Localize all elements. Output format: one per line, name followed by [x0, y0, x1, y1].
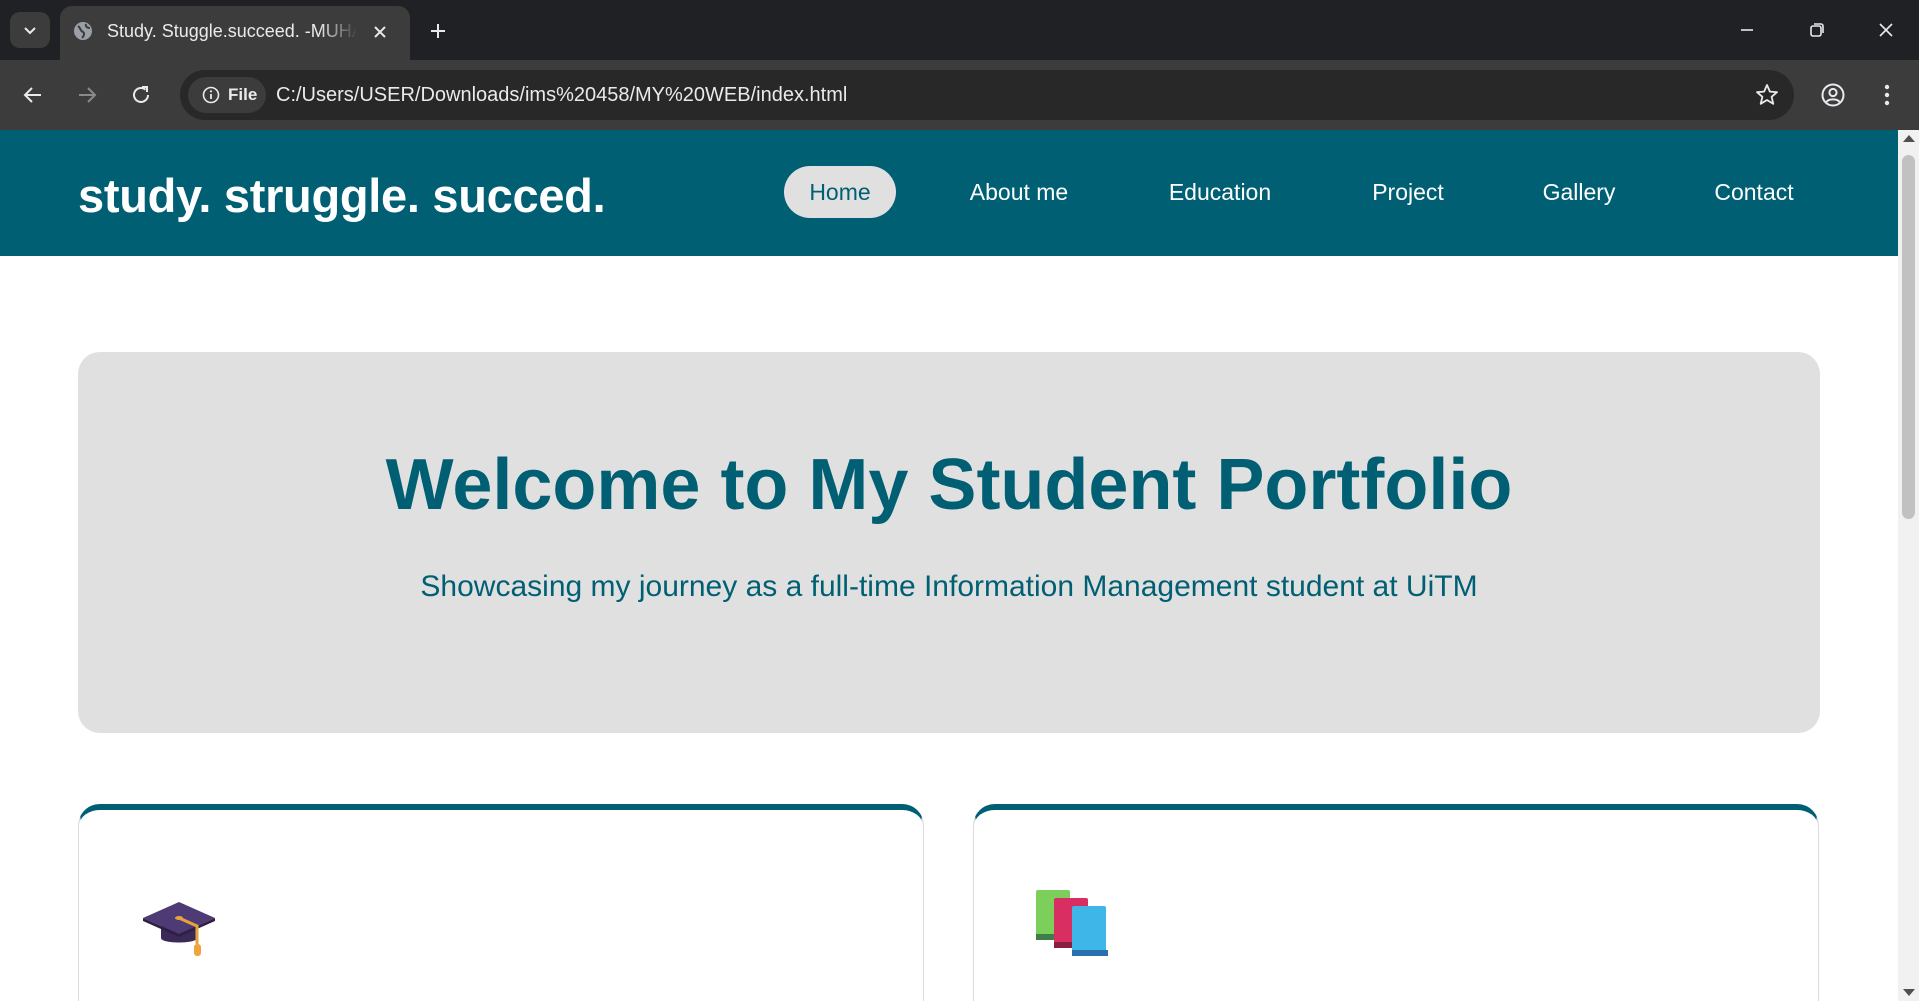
scroll-up-arrow[interactable]	[1903, 135, 1915, 142]
close-icon	[374, 26, 386, 38]
nav-contact[interactable]: Contact	[1696, 166, 1812, 218]
kebab-menu-icon	[1884, 84, 1890, 106]
profile-button[interactable]	[1816, 78, 1850, 112]
reload-button[interactable]	[124, 78, 158, 112]
address-bar[interactable]: File C:/Users/USER/Downloads/ims%20458/M…	[180, 70, 1794, 120]
chevron-down-icon	[24, 27, 36, 35]
hero-subtitle: Showcasing my journey as a full-time Inf…	[420, 570, 1478, 603]
nav-about-me[interactable]: About me	[948, 166, 1090, 218]
tab-title: Study. Stuggle.succeed. -MUHAMMAD	[107, 21, 357, 41]
site-header: study. struggle. succed. Home About me E…	[0, 130, 1898, 256]
url-text[interactable]: C:/Users/USER/Downloads/ims%20458/MY%20W…	[276, 84, 847, 107]
close-tab-button[interactable]	[368, 20, 392, 44]
close-icon	[1879, 23, 1893, 37]
plus-icon	[431, 24, 445, 38]
back-button[interactable]	[16, 78, 50, 112]
hero-section: Welcome to My Student Portfolio Showcasi…	[78, 352, 1820, 733]
forward-icon	[79, 87, 97, 103]
browser-tab-strip: Study. Stuggle.succeed. -MUHAMMAD	[0, 0, 1919, 60]
hero-title: Welcome to My Student Portfolio	[385, 445, 1513, 525]
books-icon	[1036, 890, 1108, 956]
restore-button[interactable]	[1793, 12, 1841, 48]
browser-toolbar: File C:/Users/USER/Downloads/ims%20458/M…	[0, 60, 1919, 130]
globe-icon	[74, 22, 92, 40]
nav-education[interactable]: Education	[1150, 166, 1290, 218]
back-icon	[23, 87, 41, 103]
nav-gallery[interactable]: Gallery	[1524, 166, 1634, 218]
browser-menu-button[interactable]	[1870, 78, 1904, 112]
star-icon[interactable]	[1754, 82, 1780, 108]
tab-search-button[interactable]	[10, 12, 50, 48]
browser-tab[interactable]: Study. Stuggle.succeed. -MUHAMMAD	[60, 6, 410, 60]
forward-button[interactable]	[70, 78, 104, 112]
graduation-cap-icon	[143, 902, 215, 956]
site-info-chip[interactable]: File	[188, 77, 266, 113]
restore-icon	[1810, 23, 1824, 37]
feature-card-education	[78, 804, 924, 1001]
close-window-button[interactable]	[1862, 12, 1910, 48]
page-scrollbar[interactable]	[1898, 130, 1919, 1001]
minimize-button[interactable]	[1723, 12, 1771, 48]
scrollbar-thumb[interactable]	[1902, 155, 1915, 519]
profile-icon	[1821, 83, 1845, 107]
nav-home[interactable]: Home	[784, 166, 896, 218]
reload-icon	[133, 86, 149, 103]
minimize-icon	[1741, 29, 1753, 31]
info-icon	[202, 86, 220, 104]
new-tab-button[interactable]	[422, 15, 454, 47]
site-brand[interactable]: study. struggle. succed.	[78, 168, 606, 223]
feature-card-study	[973, 804, 1819, 1001]
scroll-down-arrow[interactable]	[1903, 989, 1915, 996]
file-chip-label: File	[228, 85, 258, 104]
nav-project[interactable]: Project	[1348, 166, 1468, 218]
page-viewport: study. struggle. succed. Home About me E…	[0, 130, 1898, 1001]
